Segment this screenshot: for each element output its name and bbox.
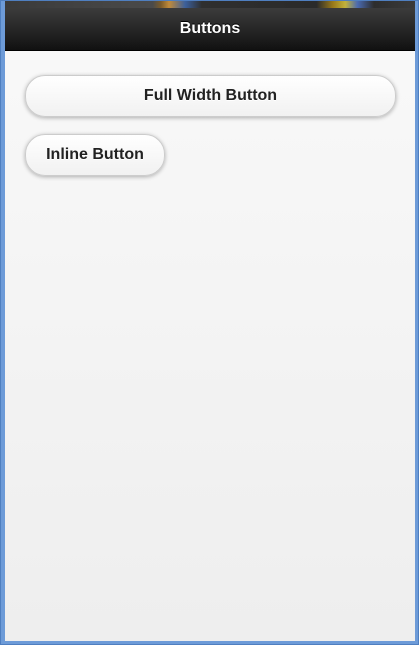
app-window-frame: Buttons Full Width Button Inline Button <box>0 0 419 645</box>
app-screen: Buttons Full Width Button Inline Button <box>5 8 415 641</box>
full-width-button[interactable]: Full Width Button <box>25 75 396 117</box>
page-title: Buttons <box>179 20 241 37</box>
header-bar: Buttons <box>5 8 415 51</box>
inline-button[interactable]: Inline Button <box>25 134 165 176</box>
